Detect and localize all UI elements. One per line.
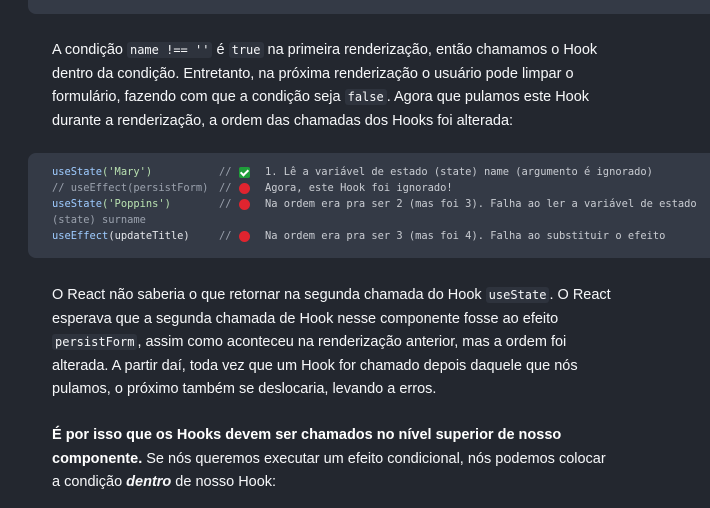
inline-code: name !== '' <box>126 42 213 58</box>
code-message: Na ordem era pra ser 3 (mas foi 4). Falh… <box>265 230 666 242</box>
code-message: 1. Lê a variável de estado (state) name … <box>265 166 653 178</box>
code-line: useEffect(updateTitle) <box>52 228 190 244</box>
text: de nosso Hook: <box>171 474 277 490</box>
code-fn: // useEffect(persistForm) <box>52 182 209 194</box>
code-message: Agora, este Hook foi ignorado! <box>265 182 453 194</box>
code-message: (state) surname <box>52 214 146 226</box>
code-fn: useState <box>52 166 103 178</box>
text: é <box>212 42 229 58</box>
paragraph-top-level-rule: É por isso que os Hooks devem ser chamad… <box>52 424 612 495</box>
red-dot-icon <box>239 231 250 242</box>
inline-code: useState <box>485 287 550 303</box>
text: O React não saberia o que retornar na se… <box>52 287 486 303</box>
code-fn: useEffect <box>52 230 109 242</box>
code-comment: // <box>219 230 232 242</box>
code-comment: // <box>219 182 232 194</box>
paragraph-condition: A condição name !== '' é true na primeir… <box>52 39 612 133</box>
code-line: useState('Poppins') <box>52 196 171 212</box>
paragraph-react-explanation: O React não saberia o que retornar na se… <box>52 284 612 402</box>
inline-code: false <box>344 89 387 105</box>
red-dot-icon <box>239 183 250 194</box>
code-args: (updateTitle) <box>108 230 190 242</box>
check-icon <box>239 167 250 178</box>
code-line-wrap: (state) surname <box>52 212 146 228</box>
previous-code-block <box>28 0 710 14</box>
inline-code: persistForm <box>52 334 138 350</box>
red-dot-icon <box>239 199 250 210</box>
code-args: ('Poppins') <box>102 198 171 210</box>
code-comment: // <box>219 166 232 178</box>
code-fn: useState <box>52 198 103 210</box>
emphasis-text: dentro <box>126 474 172 490</box>
code-line: useState('Mary') <box>52 164 152 180</box>
code-line: // useEffect(persistForm) <box>52 180 208 196</box>
code-comment: // <box>219 198 232 210</box>
code-args: ('Mary') <box>102 166 153 178</box>
inline-code: true <box>228 42 264 58</box>
code-message: Na ordem era pra ser 2 (mas foi 3). Falh… <box>265 198 697 210</box>
text: A condição <box>52 42 127 58</box>
